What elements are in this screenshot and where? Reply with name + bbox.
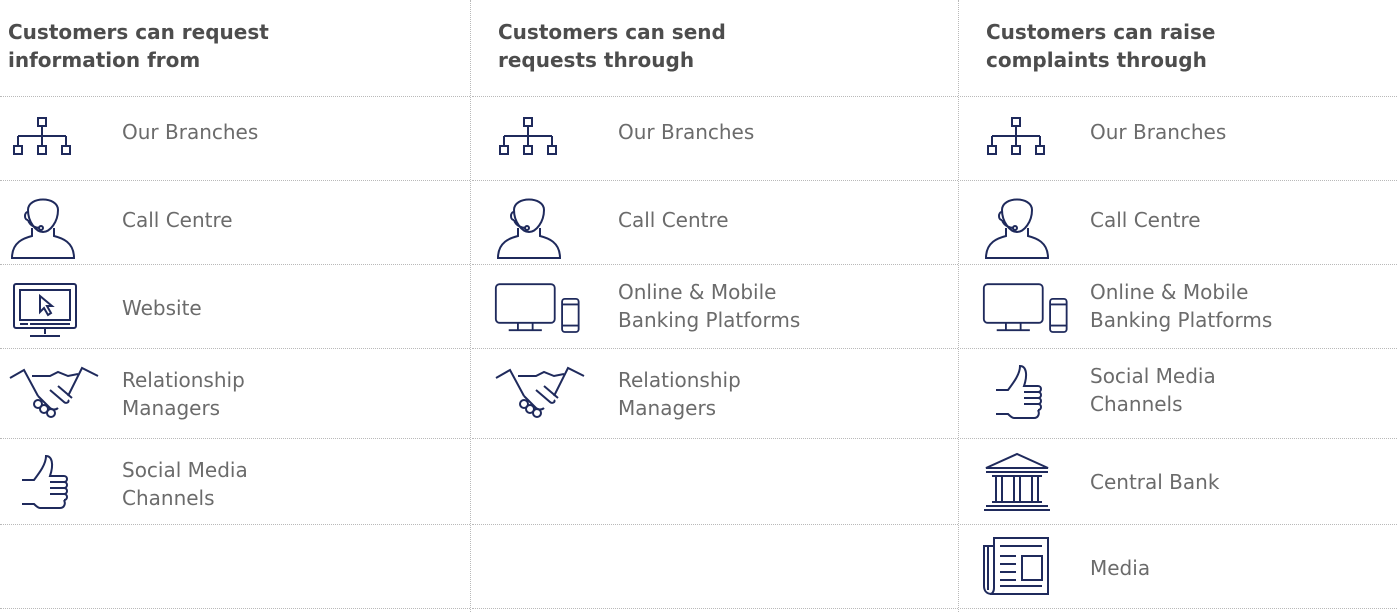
column-request-information: Customers can request information from O… (0, 0, 470, 612)
list-item: Call Centre (0, 180, 470, 264)
list-item: Online & Mobile Banking Platforms (472, 264, 958, 348)
column-send-requests: Customers can send requests through Our … (472, 0, 958, 612)
row-divider (0, 524, 470, 525)
column-header: Customers can raise complaints through (986, 20, 1216, 72)
list-item: Central Bank (960, 438, 1397, 524)
headset-agent-icon (982, 188, 1074, 260)
newspaper-icon (982, 534, 1074, 600)
list-item-label: Call Centre (122, 208, 233, 232)
column-header: Customers can send requests through (498, 20, 726, 72)
list-item-label: Online & Mobile Banking Platforms (618, 280, 801, 332)
row-divider (472, 438, 958, 439)
list-item-label: Our Branches (618, 120, 755, 144)
list-item-label: Website (122, 296, 202, 320)
list-item-label: Relationship Managers (122, 368, 245, 420)
row-divider (472, 608, 958, 609)
list-item: Media (960, 524, 1397, 608)
list-item: Call Centre (472, 180, 958, 264)
list-item-label: Online & Mobile Banking Platforms (1090, 280, 1273, 332)
monitor-phone-icon (982, 280, 1074, 338)
branch-network-icon (982, 116, 1074, 160)
branch-network-icon (8, 116, 100, 160)
headset-agent-icon (494, 188, 586, 260)
list-item-label: Call Centre (1090, 208, 1201, 232)
list-item-label: Media (1090, 556, 1151, 580)
column-raise-complaints: Customers can raise complaints through O… (960, 0, 1397, 612)
bank-building-icon (982, 450, 1074, 514)
column-divider (470, 0, 471, 612)
list-item: Our Branches (472, 96, 958, 180)
channels-table: Customers can request information from O… (0, 0, 1397, 612)
list-item: Social Media Channels (0, 438, 470, 524)
list-item: Call Centre (960, 180, 1397, 264)
list-item: Website (0, 264, 470, 348)
list-item-label: Our Branches (122, 120, 259, 144)
monitor-phone-icon (494, 280, 586, 338)
column-divider (958, 0, 959, 612)
list-item: Online & Mobile Banking Platforms (960, 264, 1397, 348)
monitor-cursor-icon (8, 282, 100, 340)
list-item: Social Media Channels (960, 348, 1397, 438)
list-item-label: Social Media Channels (122, 458, 248, 510)
thumbs-up-icon (982, 362, 1074, 422)
list-item-label: Social Media Channels (1090, 364, 1216, 416)
row-divider (472, 524, 958, 525)
list-item: Our Branches (960, 96, 1397, 180)
column-header: Customers can request information from (8, 20, 269, 72)
headset-agent-icon (8, 188, 100, 260)
thumbs-up-icon (8, 452, 100, 512)
row-divider (960, 608, 1397, 609)
row-divider (0, 608, 470, 609)
list-item-label: Call Centre (618, 208, 729, 232)
list-item-label: Central Bank (1090, 470, 1220, 494)
list-item-label: Relationship Managers (618, 368, 741, 420)
list-item: Our Branches (0, 96, 470, 180)
list-item: Relationship Managers (472, 348, 958, 438)
handshake-icon (8, 360, 100, 420)
branch-network-icon (494, 116, 586, 160)
handshake-icon (494, 360, 586, 420)
list-item-label: Our Branches (1090, 120, 1227, 144)
list-item: Relationship Managers (0, 348, 470, 438)
